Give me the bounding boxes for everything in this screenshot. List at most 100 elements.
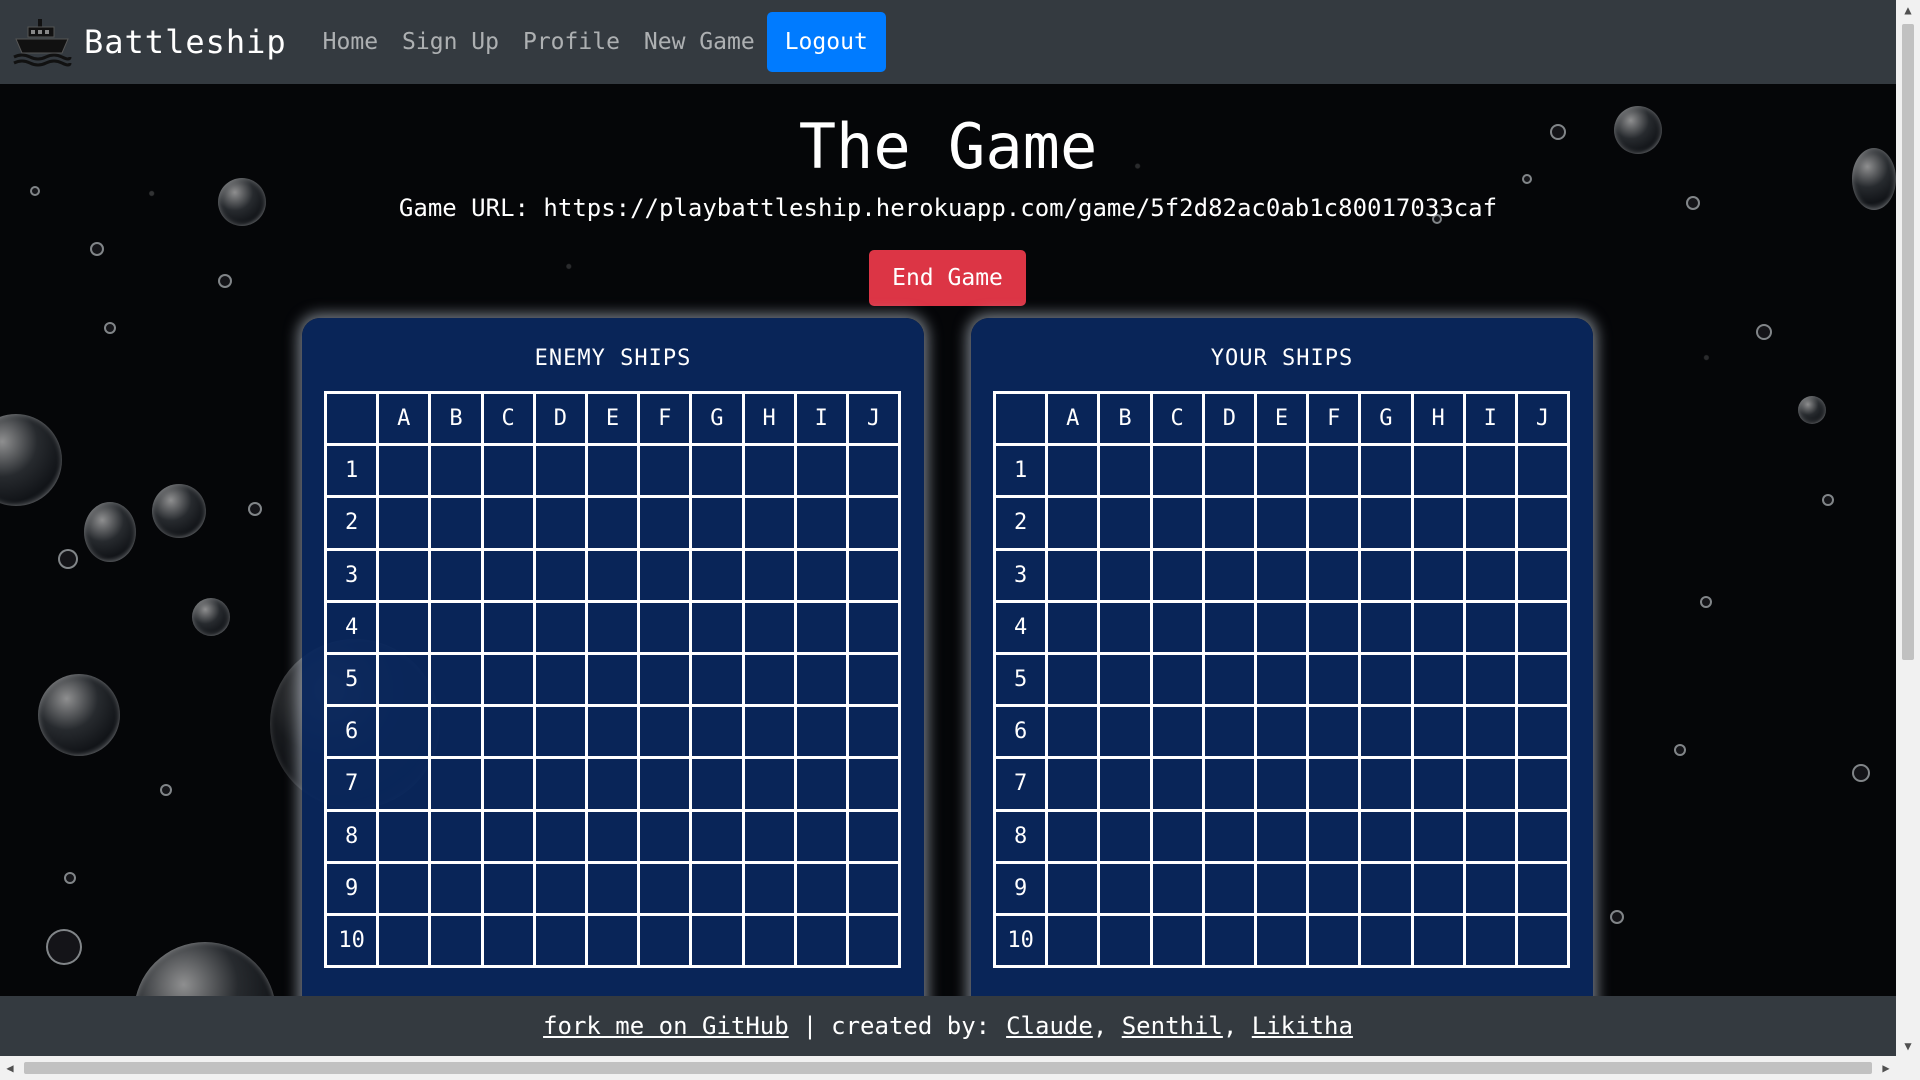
your-grid-cell[interactable] [1358, 704, 1414, 760]
your-grid-cell[interactable] [1358, 651, 1414, 708]
your-grid-cell[interactable] [1410, 495, 1466, 551]
enemy-grid-cell[interactable] [741, 443, 797, 499]
enemy-grid-cell[interactable] [376, 599, 432, 655]
enemy-grid-cell[interactable] [532, 599, 588, 655]
enemy-grid-cell[interactable] [584, 704, 641, 760]
your-grid-cell[interactable] [1097, 547, 1153, 603]
your-grid-cell[interactable] [1306, 495, 1362, 551]
your-grid-cell[interactable] [1514, 912, 1571, 969]
enemy-grid-cell[interactable] [845, 443, 902, 499]
enemy-grid-cell[interactable] [637, 547, 693, 603]
brand-title[interactable]: Battleship [84, 23, 287, 61]
enemy-grid-cell[interactable] [637, 651, 693, 708]
enemy-grid-cell[interactable] [741, 704, 797, 760]
enemy-grid-cell[interactable] [689, 912, 745, 969]
enemy-grid-cell[interactable] [584, 860, 641, 916]
your-grid-cell[interactable] [1462, 704, 1518, 760]
your-grid-cell[interactable] [1462, 443, 1518, 499]
enemy-grid-cell[interactable] [793, 443, 849, 499]
your-grid-cell[interactable] [1045, 547, 1101, 603]
your-grid-cell[interactable] [1462, 599, 1518, 655]
enemy-grid-cell[interactable] [845, 704, 902, 760]
enemy-grid-cell[interactable] [532, 756, 588, 812]
enemy-grid-cell[interactable] [376, 547, 432, 603]
enemy-grid-cell[interactable] [637, 599, 693, 655]
your-grid-cell[interactable] [1149, 704, 1205, 760]
your-grid-cell[interactable] [1514, 599, 1571, 655]
your-grid-cell[interactable] [1410, 599, 1466, 655]
your-grid-cell[interactable] [1253, 651, 1310, 708]
enemy-grid-cell[interactable] [689, 599, 745, 655]
your-grid-cell[interactable] [1201, 704, 1257, 760]
author-link-senthil[interactable]: Senthil [1122, 1012, 1223, 1040]
enemy-grid-cell[interactable] [532, 808, 588, 864]
enemy-grid-cell[interactable] [637, 912, 693, 969]
your-grid-cell[interactable] [1410, 704, 1466, 760]
your-grid-cell[interactable] [1306, 599, 1362, 655]
enemy-grid-cell[interactable] [845, 599, 902, 655]
enemy-grid-cell[interactable] [480, 808, 536, 864]
your-grid-cell[interactable] [1097, 860, 1153, 916]
your-grid-cell[interactable] [1097, 495, 1153, 551]
horizontal-scrollbar[interactable]: ◀ ▶ [0, 1056, 1920, 1080]
enemy-grid-cell[interactable] [793, 912, 849, 969]
your-grid-cell[interactable] [1410, 808, 1466, 864]
your-grid-cell[interactable] [1045, 860, 1101, 916]
enemy-grid-cell[interactable] [480, 495, 536, 551]
enemy-grid-cell[interactable] [741, 495, 797, 551]
your-grid-cell[interactable] [1358, 547, 1414, 603]
your-grid-cell[interactable] [1514, 860, 1571, 916]
your-grid-cell[interactable] [1306, 860, 1362, 916]
your-grid-cell[interactable] [1358, 599, 1414, 655]
enemy-grid-cell[interactable] [584, 599, 641, 655]
enemy-grid-cell[interactable] [689, 808, 745, 864]
your-grid-cell[interactable] [1149, 443, 1205, 499]
enemy-grid-cell[interactable] [480, 443, 536, 499]
author-link-claude[interactable]: Claude [1006, 1012, 1093, 1040]
enemy-grid-cell[interactable] [793, 547, 849, 603]
enemy-grid-cell[interactable] [480, 599, 536, 655]
your-grid-cell[interactable] [1514, 704, 1571, 760]
enemy-grid-cell[interactable] [428, 547, 484, 603]
your-grid-cell[interactable] [1045, 756, 1101, 812]
enemy-grid-cell[interactable] [689, 443, 745, 499]
your-grid-cell[interactable] [1045, 599, 1101, 655]
enemy-grid-cell[interactable] [532, 704, 588, 760]
your-grid-cell[interactable] [1149, 495, 1205, 551]
your-grid-cell[interactable] [1462, 651, 1518, 708]
your-grid-cell[interactable] [1097, 808, 1153, 864]
your-grid-cell[interactable] [1201, 495, 1257, 551]
your-grid-cell[interactable] [1514, 808, 1571, 864]
scroll-left-arrow-icon[interactable]: ◀ [0, 1056, 20, 1080]
nav-new-game-link[interactable]: New Game [644, 29, 755, 55]
enemy-grid-cell[interactable] [741, 547, 797, 603]
author-link-likitha[interactable]: Likitha [1252, 1012, 1353, 1040]
enemy-grid-cell[interactable] [428, 443, 484, 499]
enemy-grid-cell[interactable] [480, 756, 536, 812]
enemy-grid-cell[interactable] [376, 912, 432, 969]
enemy-grid-cell[interactable] [689, 704, 745, 760]
enemy-grid-cell[interactable] [376, 443, 432, 499]
nav-signup-link[interactable]: Sign Up [402, 29, 499, 55]
enemy-grid-cell[interactable] [689, 860, 745, 916]
enemy-grid-cell[interactable] [532, 443, 588, 499]
enemy-grid-cell[interactable] [584, 912, 641, 969]
your-grid-cell[interactable] [1306, 912, 1362, 969]
enemy-grid-cell[interactable] [428, 599, 484, 655]
your-grid-cell[interactable] [1306, 443, 1362, 499]
enemy-grid-cell[interactable] [480, 651, 536, 708]
enemy-grid-cell[interactable] [376, 651, 432, 708]
your-grid-cell[interactable] [1253, 495, 1310, 551]
your-grid-cell[interactable] [1045, 808, 1101, 864]
scroll-right-arrow-icon[interactable]: ▶ [1876, 1056, 1896, 1080]
your-grid-cell[interactable] [1149, 912, 1205, 969]
enemy-grid-cell[interactable] [532, 860, 588, 916]
your-grid-cell[interactable] [1306, 808, 1362, 864]
enemy-grid-cell[interactable] [532, 495, 588, 551]
vertical-scrollbar[interactable]: ▲ ▼ [1896, 0, 1920, 1056]
enemy-grid-cell[interactable] [480, 547, 536, 603]
your-grid-cell[interactable] [1306, 547, 1362, 603]
your-grid-cell[interactable] [1358, 443, 1414, 499]
enemy-grid-cell[interactable] [845, 912, 902, 969]
enemy-grid-cell[interactable] [532, 651, 588, 708]
